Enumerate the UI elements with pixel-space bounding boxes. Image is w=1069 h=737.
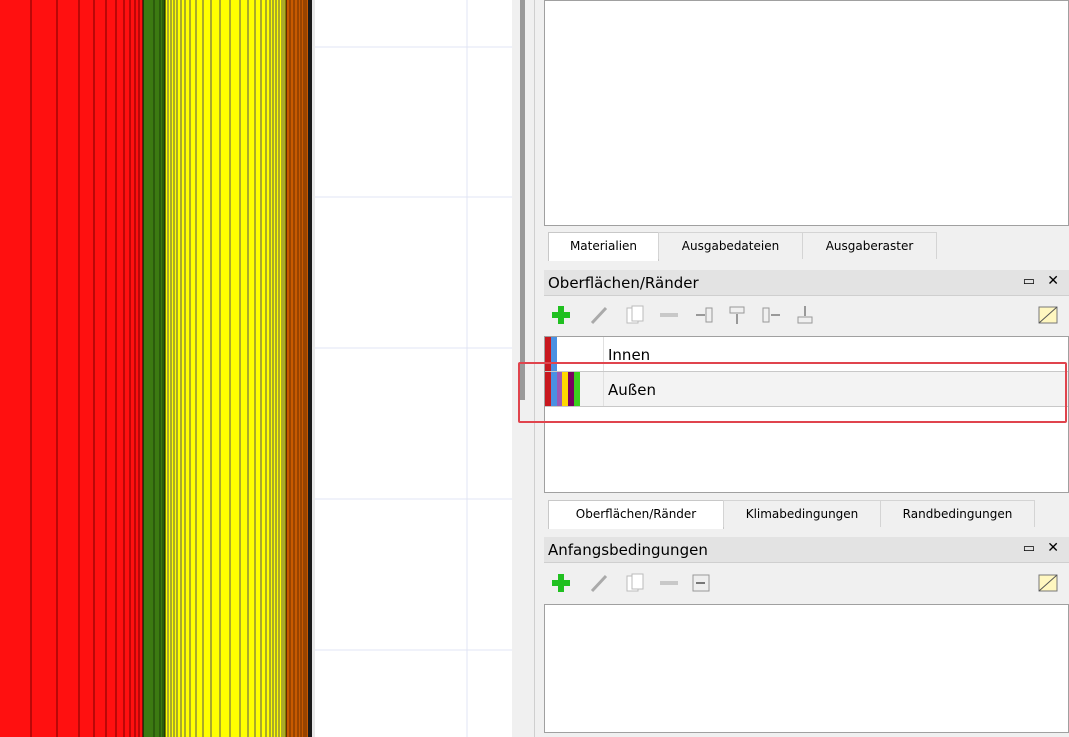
- insert-right-icon[interactable]: [760, 304, 782, 326]
- add-plus-icon[interactable]: [550, 572, 572, 594]
- initial-title: Anfangsbedingungen: [548, 541, 708, 559]
- minus-icon[interactable]: [658, 572, 680, 594]
- pencil-icon[interactable]: [588, 572, 610, 594]
- initial-dock-title: Anfangsbedingungen ▭ ✕: [544, 537, 1069, 563]
- layer-orange: [286, 0, 308, 737]
- initial-conditions-list: [544, 604, 1069, 733]
- add-plus-icon[interactable]: [550, 304, 572, 326]
- insert-left-icon[interactable]: [694, 304, 716, 326]
- surfaces-title: Oberflächen/Ränder: [548, 274, 699, 292]
- top-tabbar: Materialien Ausgabedateien Ausgaberaster: [544, 232, 1069, 261]
- tab-ausgaberaster[interactable]: Ausgaberaster: [802, 232, 937, 259]
- copy-document-icon[interactable]: [624, 304, 646, 326]
- pencil-icon[interactable]: [588, 304, 610, 326]
- layer-yellow: [165, 0, 286, 737]
- tab-materialien[interactable]: Materialien: [548, 232, 659, 261]
- toggle-view-icon[interactable]: [1037, 572, 1059, 594]
- tab-randbedingungen[interactable]: Randbedingungen: [880, 500, 1035, 527]
- selection-highlight: [518, 362, 1067, 423]
- insert-bottom-icon[interactable]: [794, 304, 816, 326]
- tab-oberflaechen-raender[interactable]: Oberflächen/Ränder: [548, 500, 724, 529]
- construction-view[interactable]: [0, 0, 512, 737]
- float-window-icon[interactable]: ▭: [1023, 274, 1035, 289]
- close-icon[interactable]: ✕: [1047, 540, 1059, 556]
- close-icon[interactable]: ✕: [1047, 273, 1059, 289]
- initial-toolbar: [544, 568, 1069, 598]
- minus-icon[interactable]: [658, 304, 680, 326]
- construction-layers: [0, 0, 512, 737]
- insert-top-icon[interactable]: [726, 304, 748, 326]
- float-window-icon[interactable]: ▭: [1023, 541, 1035, 556]
- copy-document-icon[interactable]: [624, 572, 646, 594]
- toggle-view-icon[interactable]: [1037, 304, 1059, 326]
- layer-red: [0, 0, 143, 737]
- tab-klimabedingungen[interactable]: Klimabedingungen: [723, 500, 881, 527]
- surfaces-toolbar: [544, 300, 1069, 330]
- tab-ausgabedateien[interactable]: Ausgabedateien: [658, 232, 803, 259]
- splitter-handle[interactable]: [520, 0, 525, 400]
- assign-icon[interactable]: [690, 572, 712, 594]
- surfaces-dock-title: Oberflächen/Ränder ▭ ✕: [544, 270, 1069, 296]
- bottom-tabbar: Oberflächen/Ränder Klimabedingungen Rand…: [544, 500, 1069, 529]
- properties-area: [544, 0, 1069, 226]
